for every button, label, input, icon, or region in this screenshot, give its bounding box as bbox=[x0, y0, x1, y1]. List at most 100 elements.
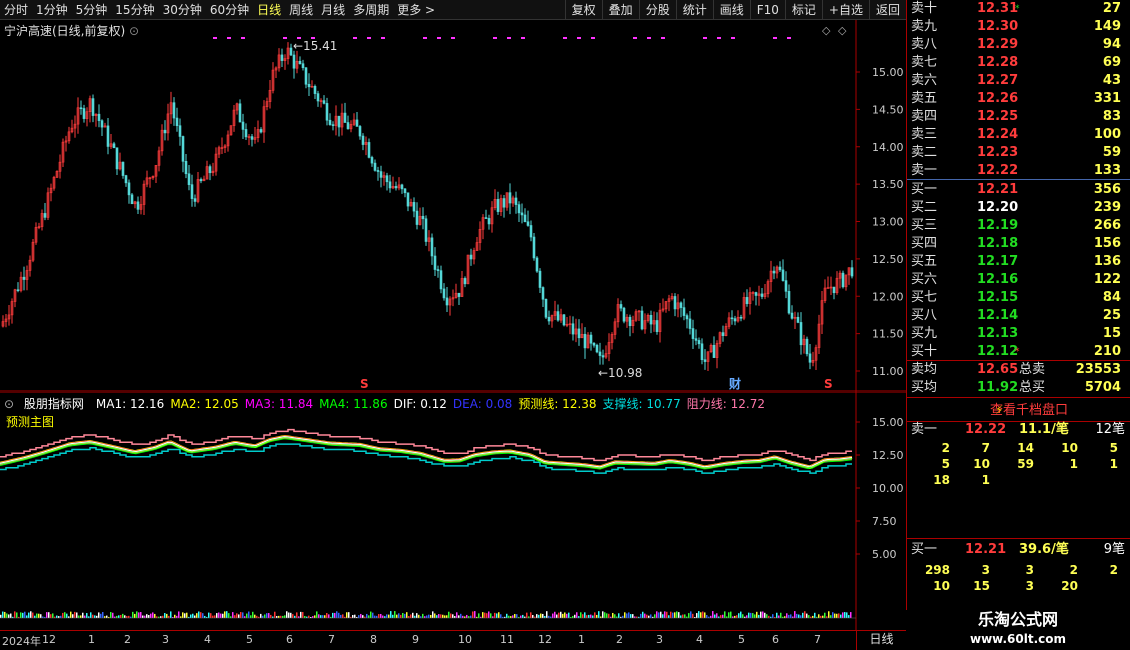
toolbar-action-0[interactable]: 复权 bbox=[564, 0, 602, 20]
period-tab-6[interactable]: 日线 bbox=[253, 0, 285, 20]
queue-order: 15 bbox=[973, 579, 990, 593]
sell-level-3[interactable]: 卖八 12.29 94 bbox=[907, 36, 1130, 54]
queue-order: 7 bbox=[981, 441, 990, 455]
time-axis-label: 5 bbox=[246, 633, 253, 646]
toolbar-action-6[interactable]: 标记 bbox=[784, 0, 822, 20]
buy-level-9[interactable]: 买九 12.13 15 bbox=[907, 325, 1130, 343]
high-label: ←15.41 bbox=[293, 39, 337, 53]
buy-level-10[interactable]: 买十 12.12 * 210 bbox=[907, 343, 1130, 361]
queue-header: 卖一 12.22 11.1/笔 12笔 bbox=[911, 422, 1125, 437]
queue-order: 2 bbox=[941, 441, 950, 455]
period-tab-9[interactable]: 多周期 bbox=[349, 0, 393, 20]
queue-order: 18 bbox=[933, 473, 950, 487]
queue-order: 2 bbox=[1109, 563, 1118, 577]
period-tab-5[interactable]: 60分钟 bbox=[206, 0, 253, 20]
queue-order: 298 bbox=[924, 563, 950, 577]
buy-level-1[interactable]: 买一 12.21 356 bbox=[907, 181, 1130, 199]
toolbar-action-5[interactable]: F10 bbox=[749, 0, 785, 20]
buy-level-4[interactable]: 买四 12.18 156 bbox=[907, 235, 1130, 253]
period-tab-3[interactable]: 15分钟 bbox=[111, 0, 158, 20]
chart-toolbar: 分时 1分钟 5分钟 15分钟 30分钟 60分钟 日线 周线 月线 多周期 更多 > 复权 叠加 分股统… bbox=[0, 0, 906, 20]
toolbar-action-8[interactable]: 返回 bbox=[868, 0, 906, 20]
time-axis-label: 5 bbox=[738, 633, 745, 646]
sell-level-6[interactable]: 卖五 12.26 331 bbox=[907, 90, 1130, 108]
price-tick: 15.00 bbox=[872, 66, 904, 79]
period-label[interactable]: 日线 bbox=[856, 630, 906, 650]
toolbar-action-4[interactable]: 画线 bbox=[712, 0, 750, 20]
time-axis-label: 1 bbox=[578, 633, 585, 646]
time-axis-label: 6 bbox=[772, 633, 779, 646]
candlestick-chart[interactable]: 15.00 14.50 14.00 13.50 13.00 12.50 12.00 11.50… bbox=[0, 20, 906, 392]
indicator-legend-item: 支撑线: 10.77 bbox=[602, 397, 681, 411]
chart-title: 宁沪高速(日线,前复权) ⊙ bbox=[4, 24, 140, 38]
time-axis-label: 7 bbox=[814, 633, 821, 646]
queue-order: 3 bbox=[981, 563, 990, 577]
chart-marker: 财 bbox=[728, 376, 741, 391]
buy-level-6[interactable]: 买六 12.16 122 bbox=[907, 271, 1130, 289]
indicator-legend-item: 预测线: 12.38 bbox=[518, 397, 597, 411]
sell-level-2[interactable]: 卖九 12.30 149 bbox=[907, 18, 1130, 36]
indicator-tick: 12.50 bbox=[872, 449, 904, 462]
thousand-depth-button[interactable]: ⚡ 查看千档盘口 bbox=[907, 398, 1130, 422]
time-axis-label: 3 bbox=[656, 633, 663, 646]
time-axis: 2024年 12 1 2 3 4 5 6 7 8 9 10 11 12 1 2 3 4 5 6 7 bbox=[0, 630, 906, 650]
indicator-legend: ⊙ 股朋指标网 MA1: 12.16 MA2: 12.05 MA3: 11.84 MA4… bbox=[4, 395, 771, 412]
sell-level-8[interactable]: 卖三 12.24 100 bbox=[907, 126, 1130, 144]
price-tick: 11.50 bbox=[872, 328, 904, 341]
buy-level-8[interactable]: 买八 12.14 25 bbox=[907, 307, 1130, 325]
price-tick: 12.00 bbox=[872, 290, 904, 303]
time-axis-label: 6 bbox=[286, 633, 293, 646]
sell-level-4[interactable]: 卖七 12.28 69 bbox=[907, 54, 1130, 72]
buy-level-5[interactable]: 买五 12.17 136 bbox=[907, 253, 1130, 271]
indicator-tick: 10.00 bbox=[872, 482, 904, 495]
queue-order: 2 bbox=[1069, 563, 1078, 577]
queue-header: 买一 12.21 39.6/笔 9笔 bbox=[911, 542, 1125, 557]
toolbar-action-7[interactable]: +自选 bbox=[821, 0, 869, 20]
toolbar-action-1[interactable]: 叠加 bbox=[601, 0, 639, 20]
time-axis-label: 12 bbox=[42, 633, 56, 646]
time-axis-label: 8 bbox=[370, 633, 377, 646]
period-tab-4[interactable]: 30分钟 bbox=[159, 0, 206, 20]
time-axis-label: 11 bbox=[500, 633, 514, 646]
period-tab-0[interactable]: 分时 bbox=[0, 0, 32, 20]
queue-order: 10 bbox=[973, 457, 990, 471]
indicator-chart[interactable]: 15.00 12.50 10.00 7.50 5.00 bbox=[0, 392, 906, 630]
queue-order: 10 bbox=[1061, 441, 1078, 455]
queue-order: 1 bbox=[1069, 457, 1078, 471]
time-axis-label: 7 bbox=[328, 633, 335, 646]
time-axis-label: 1 bbox=[88, 633, 95, 646]
sell-level-5[interactable]: 卖六 12.27 43 bbox=[907, 72, 1130, 90]
queue-order: 20 bbox=[1061, 579, 1078, 593]
period-tab-10[interactable]: 更多 > bbox=[393, 0, 439, 20]
indicator-legend-item: 阻力线: 12.72 bbox=[686, 397, 765, 411]
time-axis-label: 3 bbox=[162, 633, 169, 646]
indicator-legend-item: MA3: 11.84 bbox=[244, 397, 314, 411]
indicator-tick: 15.00 bbox=[872, 416, 904, 429]
indicator-name[interactable]: ⊙ 股朋指标网 bbox=[4, 397, 90, 411]
indicator-legend-item: MA2: 12.05 bbox=[170, 397, 239, 411]
queue-order: 3 bbox=[1025, 579, 1034, 593]
svg-text:◇: ◇ bbox=[838, 24, 847, 37]
buy-level-2[interactable]: 买二 12.20 239 bbox=[907, 199, 1130, 217]
chart-marker: S bbox=[824, 377, 833, 391]
sell-level-1[interactable]: 卖十 12.31 * 27 bbox=[907, 0, 1130, 18]
price-tick: 11.00 bbox=[872, 365, 904, 378]
period-tab-8[interactable]: 月线 bbox=[317, 0, 349, 20]
time-axis-label: 2024年 bbox=[2, 635, 41, 648]
buy-level-7[interactable]: 买七 12.15 84 bbox=[907, 289, 1130, 307]
sell-level-7[interactable]: 卖四 12.25 83 bbox=[907, 108, 1130, 126]
toolbar-action-2[interactable]: 分股 bbox=[638, 0, 676, 20]
period-tab-1[interactable]: 1分钟 bbox=[32, 0, 72, 20]
period-tab-7[interactable]: 周线 bbox=[285, 0, 317, 20]
time-axis-label: 9 bbox=[412, 633, 419, 646]
period-tab-2[interactable]: 5分钟 bbox=[72, 0, 112, 20]
sell-level-9[interactable]: 卖二 12.23 59 bbox=[907, 144, 1130, 162]
buy-level-3[interactable]: 买三 12.19 266 bbox=[907, 217, 1130, 235]
queue-order: 14 bbox=[1017, 441, 1034, 455]
price-tick: 14.50 bbox=[872, 103, 904, 116]
toolbar-action-3[interactable]: 统计 bbox=[675, 0, 713, 20]
time-axis-label: 12 bbox=[538, 633, 552, 646]
sell-level-10[interactable]: 卖一 12.22 133 bbox=[907, 162, 1130, 180]
price-tick: 14.00 bbox=[872, 141, 904, 154]
watermark-url: www.60lt.com bbox=[969, 632, 1067, 646]
